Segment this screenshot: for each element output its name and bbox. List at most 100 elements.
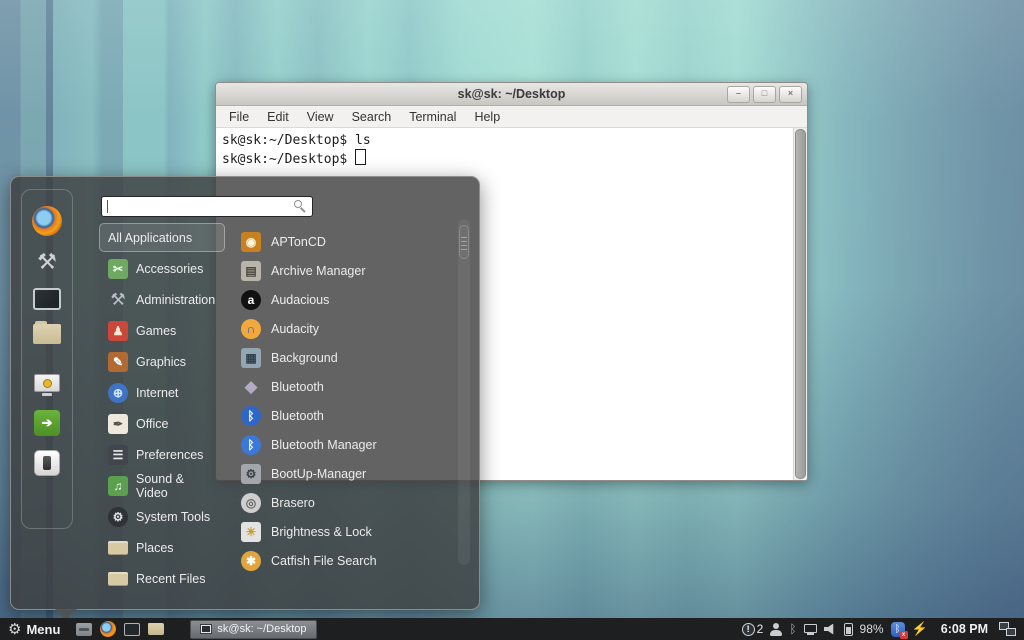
terminal-menu-edit[interactable]: Edit	[258, 108, 298, 126]
category-recent-files[interactable]: Recent Files	[99, 564, 225, 593]
app-bluetooth-1[interactable]: ◆ Bluetooth	[235, 372, 459, 401]
folder-launcher-icon[interactable]	[148, 623, 164, 635]
places-folder-icon	[108, 541, 128, 555]
bluetooth-tray-icon[interactable]: ᛒ	[789, 623, 796, 636]
application-label: Brasero	[271, 496, 315, 510]
category-label: Games	[136, 324, 176, 338]
search-box[interactable]	[101, 196, 313, 217]
favorites-column: ⚒ ➔	[21, 189, 73, 529]
battery-icon[interactable]	[844, 623, 853, 636]
recent-files-folder-icon	[108, 572, 128, 586]
category-administration[interactable]: ⚒ Administration	[99, 285, 225, 314]
terminal-scrollbar[interactable]	[793, 128, 807, 480]
application-label: Archive Manager	[271, 264, 366, 278]
terminal-prompt-row: sk@sk:~/Desktop$	[222, 149, 787, 168]
scrollbar-thumb[interactable]	[795, 129, 806, 479]
terminal-line: sk@sk:~/Desktop$	[222, 152, 347, 167]
category-all-applications[interactable]: All Applications	[99, 223, 225, 252]
terminal-menu-view[interactable]: View	[298, 108, 343, 126]
battery-percent: 98%	[860, 622, 884, 636]
brasero-icon: ◎	[241, 493, 261, 513]
gear-icon: ⚙	[8, 622, 21, 637]
terminal-icon[interactable]	[33, 288, 61, 310]
maximize-button[interactable]: □	[753, 86, 776, 103]
terminal-menu-search[interactable]: Search	[343, 108, 401, 126]
category-system-tools[interactable]: ⚙ System Tools	[99, 502, 225, 531]
search-input[interactable]	[102, 197, 312, 216]
menu-button[interactable]: ⚙ Menu	[8, 622, 60, 637]
terminal-menu-help[interactable]: Help	[465, 108, 509, 126]
bottom-panel: ⚙ Menu sk@sk: ~/Desktop ! 2 ᛒ	[0, 618, 1024, 640]
category-graphics[interactable]: ✎ Graphics	[99, 347, 225, 376]
application-label: APTonCD	[271, 235, 326, 249]
category-accessories[interactable]: ✂ Accessories	[99, 254, 225, 283]
application-label: Bluetooth	[271, 409, 324, 423]
app-aptoncd[interactable]: ◉ APTonCD	[235, 227, 459, 256]
terminal-menu-terminal[interactable]: Terminal	[400, 108, 465, 126]
category-preferences[interactable]: ☰ Preferences	[99, 440, 225, 469]
terminal-menu-file[interactable]: File	[220, 108, 258, 126]
app-bluetooth-manager[interactable]: ᛒ Bluetooth Manager	[235, 430, 459, 459]
category-places[interactable]: Places	[99, 533, 225, 562]
category-sound-video[interactable]: ♫ Sound & Video	[99, 471, 225, 500]
category-internet[interactable]: ⊕ Internet	[99, 378, 225, 407]
terminal-launcher-icon[interactable]	[124, 623, 140, 636]
applications-scrollbar[interactable]	[458, 219, 470, 565]
terminal-line: sk@sk:~/Desktop$ ls	[222, 132, 787, 149]
app-catfish[interactable]: ✱ Catfish File Search	[235, 546, 459, 575]
lock-dot	[43, 379, 52, 388]
firefox-launcher-icon[interactable]	[100, 621, 116, 637]
display-tray-icon[interactable]	[804, 624, 817, 635]
app-background[interactable]: ▦ Background	[235, 343, 459, 372]
category-label: Administration	[136, 293, 215, 307]
shutdown-icon[interactable]	[34, 450, 60, 476]
audacity-icon: ∩	[241, 319, 261, 339]
bootup-manager-icon: ⚙	[241, 464, 261, 484]
category-office[interactable]: ✒ Office	[99, 409, 225, 438]
user-accounts-icon[interactable]	[770, 623, 782, 636]
catfish-icon: ✱	[241, 551, 261, 571]
taskbar-window-label: sk@sk: ~/Desktop	[217, 623, 306, 635]
category-games[interactable]: ♟ Games	[99, 316, 225, 345]
preferences-icon: ☰	[108, 445, 128, 465]
file-manager-icon[interactable]	[33, 324, 61, 344]
updates-indicator[interactable]: ! 2	[742, 622, 764, 636]
audacious-icon: a	[241, 290, 261, 310]
category-list: All Applications ✂ Accessories ⚒ Adminis…	[99, 223, 225, 595]
app-archive-manager[interactable]: ▤ Archive Manager	[235, 256, 459, 285]
app-bluetooth-2[interactable]: ᛒ Bluetooth	[235, 401, 459, 430]
system-tools-icon: ⚙	[108, 507, 128, 527]
firefox-icon[interactable]	[32, 206, 62, 236]
app-brasero[interactable]: ◎ Brasero	[235, 488, 459, 517]
power-bolt-icon[interactable]: ⚡	[912, 622, 928, 636]
disabled-badge: x	[900, 631, 908, 639]
taskbar-window-button[interactable]: sk@sk: ~/Desktop	[190, 620, 316, 639]
archive-launcher-icon[interactable]	[76, 623, 92, 636]
scrollbar-thumb[interactable]	[459, 225, 469, 259]
application-label: Brightness & Lock	[271, 525, 372, 539]
application-label: Catfish File Search	[271, 554, 377, 568]
volume-icon[interactable]	[824, 624, 837, 635]
office-icon: ✒	[108, 414, 128, 434]
app-audacious[interactable]: a Audacious	[235, 285, 459, 314]
power-slot	[43, 456, 51, 470]
panel-launchers	[76, 621, 164, 637]
lock-screen-icon[interactable]	[34, 374, 60, 396]
workspace-switcher-icon[interactable]	[999, 622, 1016, 636]
tools-icon[interactable]: ⚒	[37, 250, 57, 274]
clock[interactable]: 6:08 PM	[941, 622, 988, 636]
category-label: Recent Files	[136, 572, 205, 586]
menu-button-label: Menu	[26, 622, 60, 637]
terminal-cursor	[355, 149, 366, 165]
terminal-titlebar[interactable]: sk@sk: ~/Desktop – □ ×	[216, 83, 807, 106]
category-label: Preferences	[136, 448, 203, 462]
app-bootup-manager[interactable]: ⚙ BootUp-Manager	[235, 459, 459, 488]
close-button[interactable]: ×	[779, 86, 802, 103]
logout-icon[interactable]: ➔	[34, 410, 60, 436]
bluetooth-disabled-icon[interactable]: ᛒ x	[891, 622, 905, 637]
bluetooth-manager-icon: ᛒ	[241, 435, 261, 455]
app-audacity[interactable]: ∩ Audacity	[235, 314, 459, 343]
accessories-icon: ✂	[108, 259, 128, 279]
minimize-button[interactable]: –	[727, 86, 750, 103]
app-brightness-lock[interactable]: ☀ Brightness & Lock	[235, 517, 459, 546]
